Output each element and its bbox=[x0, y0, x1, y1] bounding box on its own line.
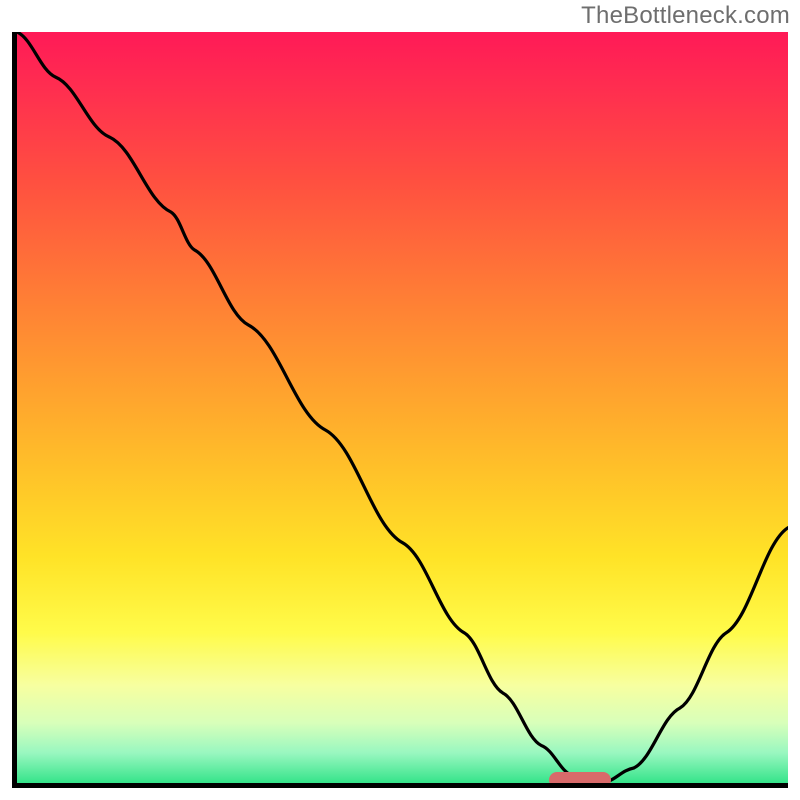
axes-frame bbox=[12, 32, 788, 788]
watermark-text: TheBottleneck.com bbox=[581, 2, 790, 30]
chart-canvas: TheBottleneck.com bbox=[0, 0, 800, 800]
